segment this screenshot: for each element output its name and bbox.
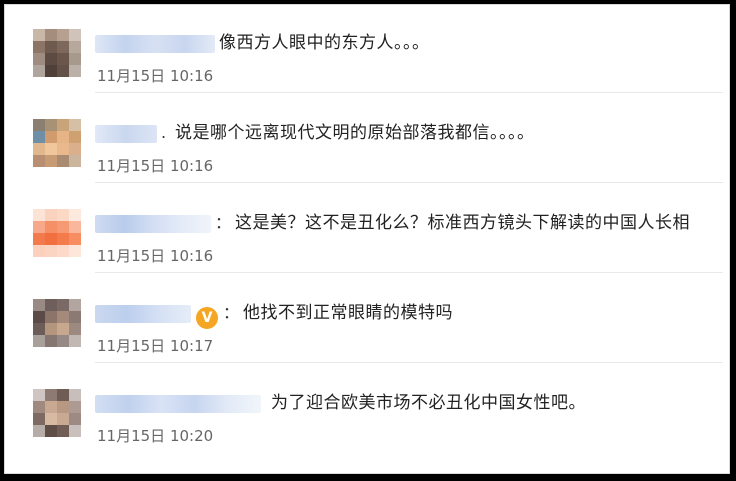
comment-item: ： 这是美？这不是丑化么？标准西方镜头下解读的中国人长相 11月15日 10:1…: [5, 185, 729, 273]
comment-timestamp: 11月15日 10:20: [97, 427, 214, 445]
comment-item: 为了迎合欧美市场不必丑化中国女性吧。 11月15日 10:20: [5, 365, 729, 453]
divider: [95, 272, 723, 273]
username-blurred[interactable]: [95, 215, 211, 233]
username-blurred[interactable]: [95, 35, 215, 53]
avatar[interactable]: [33, 389, 81, 437]
avatar[interactable]: [33, 29, 81, 77]
divider: [95, 182, 723, 183]
verified-badge-icon: V: [195, 306, 219, 330]
separator: ：: [215, 213, 232, 232]
username-blurred[interactable]: [95, 305, 191, 323]
avatar[interactable]: [33, 299, 81, 347]
comment-text: 说是哪个远离现代文明的原始部落我都信。。。。: [175, 123, 535, 143]
divider: [95, 362, 723, 363]
divider: [95, 92, 723, 93]
comment-timestamp: 11月15日 10:16: [97, 157, 214, 175]
comment-timestamp: 11月15日 10:16: [97, 67, 214, 85]
comment-text: 为了迎合欧美市场不必丑化中国女性吧。: [271, 393, 586, 413]
comment-timestamp: 11月15日 10:16: [97, 247, 214, 265]
comment-timestamp: 11月15日 10:17: [97, 337, 214, 355]
username-blurred[interactable]: [95, 125, 157, 143]
comment-list-panel: 像西方人眼中的东方人。。。 11月15日 10:16 . 说是哪个远离现代文明的…: [4, 4, 730, 474]
comment-text: 他找不到正常眼睛的模特吗: [243, 303, 453, 323]
username-blurred[interactable]: [95, 395, 261, 413]
separator: .: [161, 123, 167, 142]
comment-text: 像西方人眼中的东方人。。。: [219, 33, 430, 53]
comment-item: V ： 他找不到正常眼睛的模特吗 11月15日 10:17: [5, 275, 729, 363]
separator: ：: [223, 303, 240, 322]
avatar[interactable]: [33, 119, 81, 167]
comment-text: 这是美？这不是丑化么？标准西方镜头下解读的中国人长相: [235, 213, 690, 233]
comment-item: . 说是哪个远离现代文明的原始部落我都信。。。。 11月15日 10:16: [5, 95, 729, 183]
avatar[interactable]: [33, 209, 81, 257]
comment-item: 像西方人眼中的东方人。。。 11月15日 10:16: [5, 5, 729, 93]
